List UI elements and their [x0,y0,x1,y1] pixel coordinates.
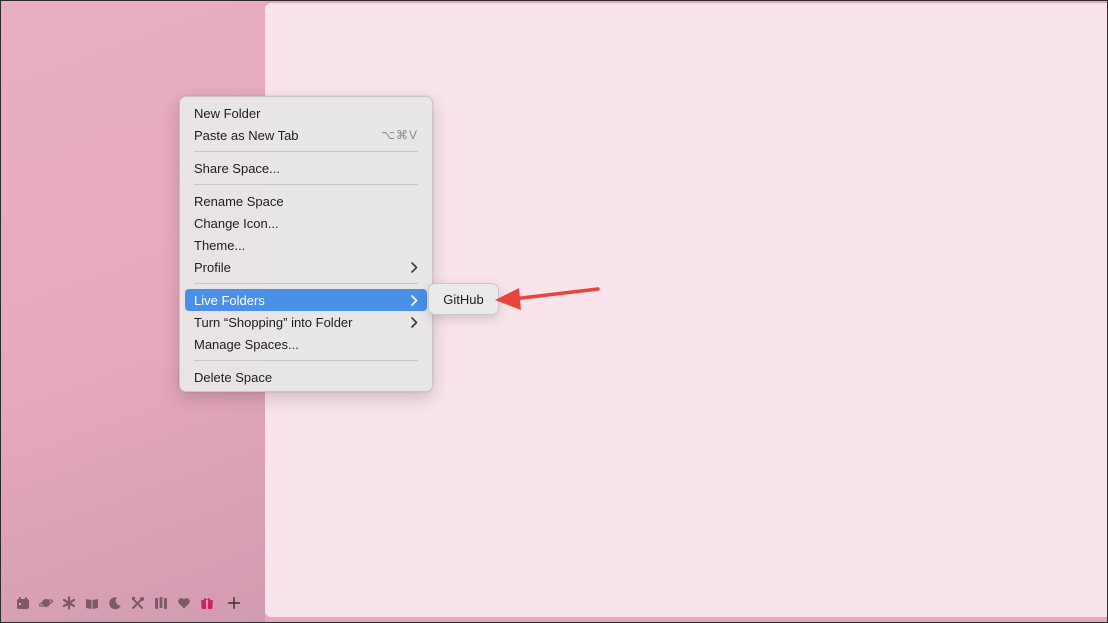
planet-icon[interactable] [38,595,54,611]
menu-item-delete-space[interactable]: Delete Space [185,366,427,388]
annotation-arrow-icon [495,287,600,310]
context-menu: New Folder Paste as New Tab ⌥⌘V Share Sp… [179,96,433,392]
menu-item-label: Profile [194,259,231,275]
stripes-icon[interactable] [153,595,169,611]
calendar-icon[interactable] [15,595,31,611]
menu-separator [194,151,418,152]
tools-icon[interactable] [130,595,146,611]
menu-separator [194,360,418,361]
menu-item-label: Change Icon... [194,215,279,231]
menu-item-label: Delete Space [194,369,273,385]
menu-item-label: Live Folders [194,292,265,308]
heart-icon[interactable] [176,595,192,611]
menu-item-label: Paste as New Tab [194,127,299,143]
menu-item-label: Share Space... [194,160,280,176]
menu-item-change-icon[interactable]: Change Icon... [185,212,427,234]
menu-item-label: Theme... [194,237,246,253]
submenu-item-github[interactable]: GitHub [443,292,483,307]
moon-icon[interactable] [107,595,123,611]
book-icon[interactable] [84,595,100,611]
shortcut-label: ⌥⌘V [381,128,418,142]
asterisk-icon[interactable] [61,595,77,611]
menu-item-live-folders[interactable]: Live Folders [185,289,427,311]
menu-item-label: Manage Spaces... [194,336,299,352]
menu-item-paste-as-new-tab[interactable]: Paste as New Tab ⌥⌘V [185,124,427,146]
menu-item-profile[interactable]: Profile [185,256,427,278]
gift-icon[interactable] [199,595,215,611]
menu-item-label: New Folder [194,105,261,121]
menu-item-rename-space[interactable]: Rename Space [185,190,427,212]
plus-icon[interactable] [225,594,243,612]
menu-item-turn-into-folder[interactable]: Turn “Shopping” into Folder [185,311,427,333]
menu-item-label: Turn “Shopping” into Folder [194,314,353,330]
chevron-right-icon [411,294,418,306]
chevron-right-icon [411,261,418,273]
menu-item-share-space[interactable]: Share Space... [185,157,427,179]
live-folders-submenu: GitHub [428,283,499,315]
menu-separator [194,283,418,284]
menu-item-manage-spaces[interactable]: Manage Spaces... [185,333,427,355]
menu-item-theme[interactable]: Theme... [185,234,427,256]
menu-item-new-folder[interactable]: New Folder [185,102,427,124]
spaces-bar [15,593,243,613]
chevron-right-icon [411,316,418,328]
menu-separator [194,184,418,185]
menu-item-label: Rename Space [194,193,284,209]
